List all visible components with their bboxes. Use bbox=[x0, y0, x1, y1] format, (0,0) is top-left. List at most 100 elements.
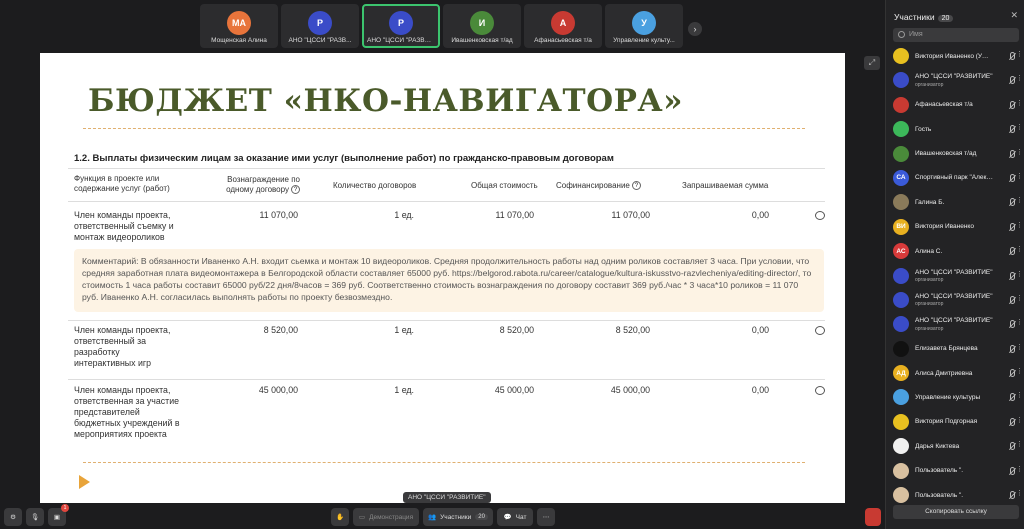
more-icon[interactable]: ⋮ bbox=[1016, 465, 1023, 473]
panel-title: Участники 20 bbox=[894, 12, 954, 22]
more-icon[interactable]: ⋮ bbox=[1016, 50, 1023, 58]
list-item[interactable]: АНО "ЦССИ "РАЗВИТИЕ" организатор ⋮ bbox=[886, 264, 1024, 288]
more-icon[interactable]: ⋮ bbox=[1016, 440, 1023, 448]
more-icon[interactable]: ⋮ bbox=[1016, 172, 1023, 180]
participants-button[interactable]: 👥 Участники 20 bbox=[423, 508, 493, 526]
list-item[interactable]: Виктория Подгорная ⋮ bbox=[886, 410, 1024, 434]
list-item[interactable]: Елизавета Брянцева ⋮ bbox=[886, 337, 1024, 361]
participant-name: Алиса Дмитриевна bbox=[915, 369, 973, 377]
participant-name: АНО "ЦССИ "РАЗВИТИЕ" bbox=[915, 73, 993, 81]
copy-link-button[interactable]: Скопировать ссылку bbox=[893, 505, 1019, 519]
avatar bbox=[893, 145, 909, 162]
col-header-requested: Запрашиваемая сумма bbox=[682, 181, 769, 190]
tile-name: АНО "ЦССИ "РАЗВИТ... bbox=[367, 37, 435, 44]
more-icon[interactable]: ⋮ bbox=[1016, 270, 1023, 278]
col-header-total: Общая стоимость bbox=[471, 181, 538, 190]
participant-name: Галина Б. bbox=[915, 198, 945, 206]
notifications-button[interactable]: ▣ 1 bbox=[48, 504, 69, 526]
comment-icon[interactable] bbox=[815, 386, 825, 395]
strip-tile[interactable]: А Афанасьевская т/а bbox=[524, 4, 602, 48]
avatar bbox=[893, 462, 909, 479]
help-icon[interactable]: ? bbox=[631, 181, 641, 191]
avatar bbox=[893, 48, 909, 64]
avatar: А bbox=[551, 11, 575, 35]
row-fee: 11 070,00 bbox=[259, 210, 298, 220]
strip-tile[interactable]: Р АНО "ЦССИ "РАЗВ... bbox=[281, 4, 359, 48]
more-icon[interactable]: ⋮ bbox=[1016, 294, 1023, 302]
strip-tile[interactable]: У Управление культу... bbox=[605, 4, 683, 48]
more-options-button[interactable]: ⋯ bbox=[537, 508, 555, 526]
comment-off-icon[interactable] bbox=[815, 211, 825, 220]
hand-icon[interactable]: ✋ bbox=[331, 508, 349, 526]
list-item[interactable]: Виктория Иваненко (УФКС... ⋮ bbox=[886, 44, 1024, 68]
participant-name: Спортивный парк "Алексее... bbox=[915, 174, 993, 182]
participant-name: Дарья Киктева bbox=[915, 442, 960, 450]
list-item[interactable]: СА Спортивный парк "Алексее... ⋮ bbox=[886, 166, 1024, 190]
list-item[interactable]: Пользователь ". ⋮ bbox=[886, 459, 1024, 483]
strip-tile-active[interactable]: Р АНО "ЦССИ "РАЗВИТ... bbox=[362, 4, 440, 48]
screen-share-button[interactable]: ▭ Демонстрация bbox=[353, 508, 419, 526]
more-icon[interactable]: ⋮ bbox=[1016, 367, 1023, 375]
avatar: И bbox=[470, 11, 494, 35]
list-item[interactable]: Галина Б. ⋮ bbox=[886, 190, 1024, 214]
row-total: 45 000,00 bbox=[494, 385, 534, 395]
col-header-fee: Вознаграждение по одному договору? bbox=[226, 175, 300, 195]
comment-icon[interactable] bbox=[815, 326, 825, 335]
chevron-right-icon[interactable]: › bbox=[688, 22, 702, 36]
fullscreen-icon[interactable]: ⤢ bbox=[864, 56, 880, 70]
row-cofin: 11 070,00 bbox=[611, 210, 650, 220]
list-item[interactable]: АС Алина С. ⋮ bbox=[886, 239, 1024, 263]
participant-name: Афанасьевская т/а bbox=[915, 101, 973, 109]
list-item[interactable]: Управление культуры ⋮ bbox=[886, 385, 1024, 409]
close-icon[interactable]: ✕ bbox=[1010, 10, 1018, 21]
col-header-function: Функция в проекте или содержание услуг (… bbox=[74, 174, 170, 193]
participant-search-input[interactable]: Имя bbox=[893, 28, 1019, 42]
strip-tile[interactable]: И Ивашенковская т/ад bbox=[443, 4, 521, 48]
mic-off-icon bbox=[1010, 76, 1015, 85]
hangup-button[interactable] bbox=[865, 508, 881, 526]
list-item[interactable]: Афанасьевская т/а ⋮ bbox=[886, 93, 1024, 117]
avatar bbox=[893, 121, 909, 138]
strip-tile[interactable]: МА Мощенская Алина bbox=[200, 4, 278, 48]
list-item[interactable]: Дарья Киктева ⋮ bbox=[886, 434, 1024, 458]
more-icon[interactable]: ⋮ bbox=[1016, 343, 1023, 351]
more-icon[interactable]: ⋮ bbox=[1016, 221, 1023, 229]
participant-name: Управление культуры bbox=[915, 393, 981, 401]
row-cofin: 8 520,00 bbox=[615, 325, 650, 335]
more-icon[interactable]: ⋮ bbox=[1016, 318, 1023, 326]
more-icon[interactable]: ⋮ bbox=[1016, 416, 1023, 424]
mic-off-icon bbox=[1010, 100, 1015, 109]
divider bbox=[68, 201, 825, 202]
divider bbox=[68, 379, 825, 380]
more-icon[interactable]: ⋮ bbox=[1016, 123, 1023, 131]
avatar bbox=[893, 438, 909, 455]
list-item[interactable]: АНО "ЦССИ "РАЗВИТИЕ" организатор ⋮ bbox=[886, 312, 1024, 336]
more-icon[interactable]: ⋮ bbox=[1016, 99, 1023, 107]
list-item[interactable]: АНО "ЦССИ "РАЗВИТИЕ" организатор ⋮ bbox=[886, 288, 1024, 312]
avatar: ВИ bbox=[893, 218, 909, 235]
more-icon[interactable]: ⋮ bbox=[1016, 148, 1023, 156]
conference-app: МА Мощенская Алина Р АНО "ЦССИ "РАЗВ... РА… bbox=[0, 0, 1024, 529]
participant-role: организатор bbox=[915, 277, 944, 284]
list-item[interactable]: Пользователь ". ⋮ bbox=[886, 483, 1024, 507]
settings-icon[interactable]: ⚙ bbox=[4, 508, 22, 526]
more-icon[interactable]: ⋮ bbox=[1016, 196, 1023, 204]
divider bbox=[68, 320, 825, 321]
list-item[interactable]: АД Алиса Дмитриевна ⋮ bbox=[886, 361, 1024, 385]
list-item[interactable]: Гость ⋮ bbox=[886, 117, 1024, 141]
more-icon[interactable]: ⋮ bbox=[1016, 245, 1023, 253]
slide-title: БЮДЖЕТ «НКО-НАВИГАТОРА» bbox=[88, 83, 684, 119]
list-item[interactable]: ВИ Виктория Иваненко ⋮ bbox=[886, 215, 1024, 239]
divider bbox=[83, 462, 805, 463]
avatar: АС bbox=[893, 243, 909, 260]
list-item[interactable]: АНО "ЦССИ "РАЗВИТИЕ" организатор ⋮ bbox=[886, 68, 1024, 92]
more-icon[interactable]: ⋮ bbox=[1016, 489, 1023, 497]
more-icon[interactable]: ⋮ bbox=[1016, 391, 1023, 399]
list-item[interactable]: Ивашенковская т/ад ⋮ bbox=[886, 142, 1024, 166]
more-icon[interactable]: ⋮ bbox=[1016, 74, 1023, 82]
mic-off-button[interactable]: 🎙 bbox=[26, 508, 44, 526]
tile-name: АНО "ЦССИ "РАЗВ... bbox=[288, 37, 352, 44]
row-total: 11 070,00 bbox=[495, 210, 534, 220]
help-icon[interactable]: ? bbox=[291, 185, 300, 195]
chat-button[interactable]: 💬 Чат bbox=[497, 508, 533, 526]
